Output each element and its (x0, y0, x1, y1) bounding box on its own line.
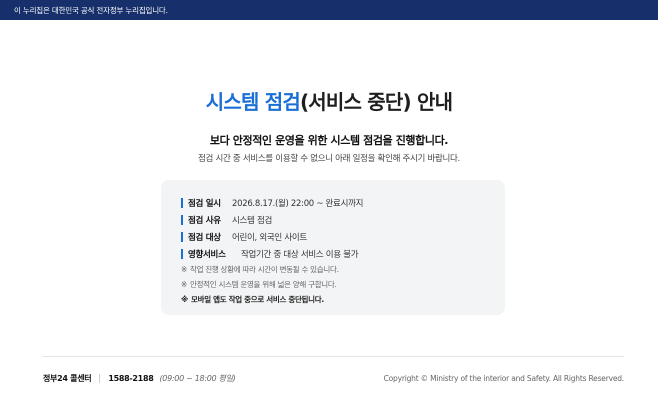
note-text: 안정적인 시스템 운영을 위해 넓은 양해 구합니다. (189, 280, 337, 289)
footer-divider (42, 356, 624, 357)
footer-separator (99, 374, 101, 383)
info-bullet-bar (181, 248, 183, 259)
info-value: 작업기간 중 대상 서비스 이용 불가 (241, 249, 359, 260)
gov-official-banner: 이 누리집은 대한민국 공식 전자정부 누리집입니다. (0, 0, 658, 20)
gov-banner-text: 이 누리집은 대한민국 공식 전자정부 누리집입니다. (14, 5, 168, 15)
note-mark: ※ (181, 265, 187, 274)
info-label: 영향서비스 (188, 249, 226, 260)
info-label: 점검 대상 (188, 232, 221, 243)
note-text: 작업 진행 상황에 따라 시간이 변동될 수 있습니다. (189, 265, 339, 274)
info-row-target: 점검 대상 어린이, 외국인 사이트 (181, 228, 505, 245)
note-mark: ※ (181, 280, 187, 289)
call-center-hours: (09:00 ~ 18:00 평일) (159, 374, 236, 383)
page-title-accent: 시스템 점검 (205, 90, 301, 114)
info-label: 점검 사유 (188, 215, 221, 226)
page-title: 시스템 점검(서비스 중단) 안내 (0, 86, 658, 115)
info-value: 시스템 점검 (232, 215, 273, 226)
note-mark: ※ (181, 295, 188, 304)
call-center-phone[interactable]: 1588-2188 (108, 374, 153, 383)
info-value: 2026.8.17.(월) 22:00 ~ 완료시까지 (232, 198, 364, 209)
info-value: 어린이, 외국인 사이트 (232, 232, 307, 243)
info-row-reason: 점검 사유 시스템 점검 (181, 211, 505, 228)
info-bullet-bar (181, 214, 183, 225)
info-bullet-bar (181, 231, 183, 242)
note-text: 모바일 앱도 작업 중으로 서비스 중단됩니다. (191, 295, 324, 304)
note-item: ※ 모바일 앱도 작업 중으로 서비스 중단됩니다. (181, 292, 505, 307)
info-label: 점검 일시 (188, 198, 221, 209)
note-item: ※ 안정적인 시스템 운영을 위해 넓은 양해 구합니다. (181, 277, 505, 292)
info-row-schedule: 점검 일시 2026.8.17.(월) 22:00 ~ 완료시까지 (181, 194, 505, 211)
info-row-affected-service: 영향서비스 작업기간 중 대상 서비스 이용 불가 (181, 245, 505, 262)
page-title-rest: (서비스 중단) 안내 (299, 90, 453, 114)
notice-subtitle: 보다 안정적인 운영을 위한 시스템 점검을 진행합니다. (209, 134, 449, 147)
call-center-info: 정부24 콜센터 1588-2188 (09:00 ~ 18:00 평일) (43, 373, 236, 384)
maintenance-info-box: 점검 일시 2026.8.17.(월) 22:00 ~ 완료시까지 점검 사유 … (161, 180, 505, 315)
info-bullet-bar (181, 197, 183, 208)
call-center-name: 정부24 콜센터 (43, 374, 92, 383)
notice-description: 점검 시간 중 서비스를 이용할 수 없으니 아래 일정을 확인해 주시기 바랍… (198, 154, 460, 164)
copyright-text: Copyright © Ministry of the interior and… (383, 374, 625, 383)
note-item: ※ 작업 진행 상황에 따라 시간이 변동될 수 있습니다. (181, 262, 505, 277)
